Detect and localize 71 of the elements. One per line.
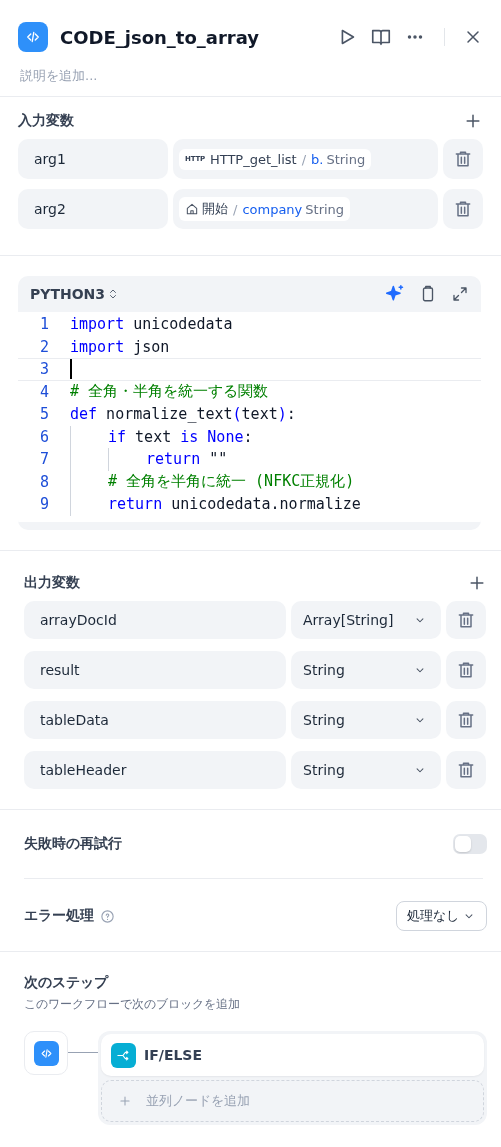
code-line: import json bbox=[70, 337, 170, 356]
line-number: 6 bbox=[39, 427, 51, 446]
line-number: 7 bbox=[39, 450, 51, 469]
line-number: 5 bbox=[39, 405, 51, 424]
delete-button[interactable] bbox=[446, 751, 486, 789]
node-title: CODE_json_to_array bbox=[60, 26, 260, 48]
variable-source-field[interactable]: 開始 / company String bbox=[173, 189, 438, 229]
line-number: 1 bbox=[39, 315, 51, 334]
setting-label: 失敗時の再試行 bbox=[24, 835, 122, 853]
variable-name-field[interactable]: arrayDocId bbox=[24, 601, 286, 639]
delete-button[interactable] bbox=[446, 651, 486, 689]
connector-line bbox=[68, 1052, 98, 1053]
home-icon bbox=[185, 202, 199, 216]
code-line: def normalize_text(text): bbox=[70, 405, 296, 424]
variable-name-field[interactable]: result bbox=[24, 651, 286, 689]
code-line: import unicodedata bbox=[70, 315, 233, 334]
delete-button[interactable] bbox=[446, 701, 486, 739]
variable-name-field[interactable]: tableData bbox=[24, 701, 286, 739]
error-handling-dropdown[interactable]: 処理なし bbox=[396, 901, 487, 931]
expand-icon[interactable] bbox=[451, 285, 469, 303]
code-line: # 全角・半角を統一する関数 bbox=[70, 382, 269, 402]
type-dropdown[interactable]: String bbox=[291, 701, 441, 739]
trash-icon bbox=[453, 199, 473, 219]
trash-icon bbox=[456, 760, 476, 780]
trash-icon bbox=[456, 660, 476, 680]
node-label: IF/ELSE bbox=[144, 1047, 203, 1063]
section-title: 出力変数 bbox=[24, 574, 80, 592]
delete-button[interactable] bbox=[443, 139, 483, 179]
source-node-name: HTTP_get_list bbox=[209, 151, 297, 167]
line-number: 3 bbox=[39, 360, 51, 379]
code-line: return unicodedata.normalize bbox=[108, 495, 361, 514]
section-subtitle: このワークフローで次のブロックを追加 bbox=[24, 996, 241, 1013]
line-number: 8 bbox=[39, 472, 51, 491]
variable-type: String bbox=[305, 201, 345, 217]
code-editor[interactable]: PYTHON3 1 import unicodedata 2 import json 3 4 # 全角・半角を統一する関数 5 def normalize_text(text): 6 if text is None: 7 return "" 8 # 全角を半角に統一 (NFKC正規化) 9 return unicodedata.normalize bbox=[18, 276, 481, 530]
trash-icon bbox=[453, 149, 473, 169]
trash-icon bbox=[456, 710, 476, 730]
code-line: # 全角を半角に統一 (NFKC正規化) bbox=[108, 472, 355, 492]
setting-label: エラー処理 bbox=[24, 907, 94, 925]
variable-type: String bbox=[326, 151, 366, 167]
line-number: 2 bbox=[39, 337, 51, 356]
section-title: 入力変数 bbox=[18, 112, 74, 130]
plus-icon bbox=[118, 1094, 132, 1108]
trash-icon bbox=[456, 610, 476, 630]
retry-toggle[interactable] bbox=[453, 834, 487, 854]
line-number: 4 bbox=[39, 382, 51, 401]
help-icon bbox=[100, 908, 115, 924]
branch-icon bbox=[116, 1047, 131, 1063]
sparkle-icon[interactable] bbox=[385, 284, 405, 304]
path-separator: / bbox=[301, 151, 306, 167]
section-title: 次のステップ bbox=[24, 974, 110, 992]
type-dropdown[interactable]: Array[String] bbox=[291, 601, 441, 639]
description-field[interactable]: 説明を追加... bbox=[18, 68, 322, 83]
source-field-name: company bbox=[242, 201, 303, 217]
source-field-name: b. bbox=[311, 151, 324, 167]
code-line: return "" bbox=[146, 450, 228, 469]
line-number: 9 bbox=[39, 495, 51, 514]
source-chip[interactable]: 開始 / company String bbox=[179, 197, 351, 221]
language-selector[interactable]: PYTHON3 bbox=[30, 286, 120, 302]
path-separator: / bbox=[233, 201, 238, 217]
variable-name-field[interactable]: arg2 bbox=[18, 189, 168, 229]
code-line: if text is None: bbox=[108, 427, 253, 446]
delete-button[interactable] bbox=[446, 601, 486, 639]
type-dropdown[interactable]: String bbox=[291, 751, 441, 789]
variable-name-field[interactable]: arg1 bbox=[18, 139, 168, 179]
source-node-name: 開始 bbox=[202, 200, 228, 218]
type-dropdown[interactable]: String bbox=[291, 651, 441, 689]
delete-button[interactable] bbox=[443, 189, 483, 229]
next-node[interactable]: IF/ELSE bbox=[101, 1034, 484, 1076]
code-node-icon bbox=[18, 22, 48, 52]
variable-name-field[interactable]: tableHeader bbox=[24, 751, 286, 789]
